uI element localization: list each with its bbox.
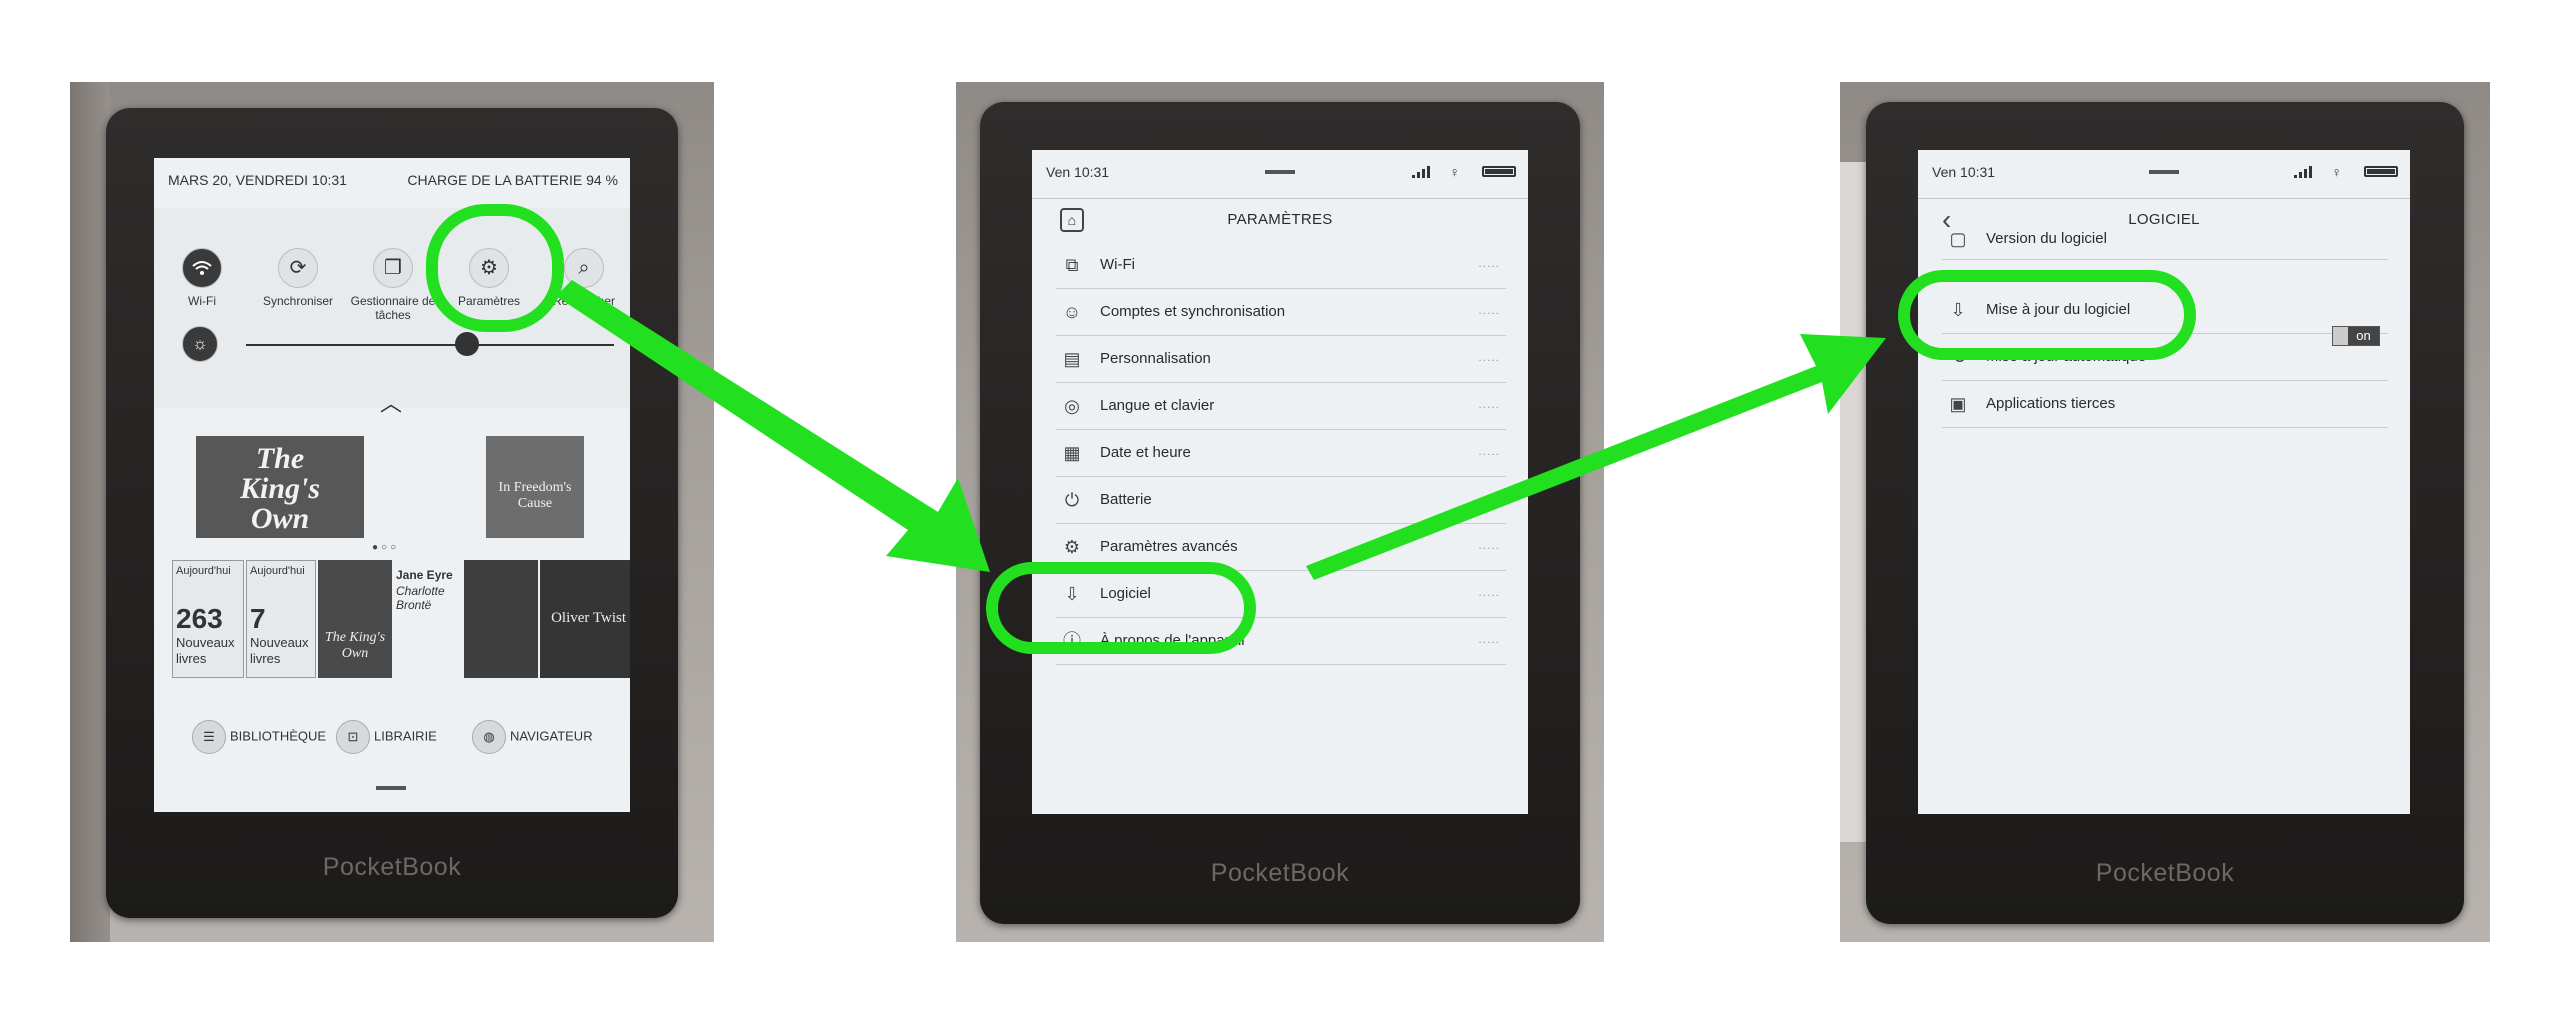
instruction-arrows xyxy=(556,280,1886,580)
arrow-to-settings xyxy=(556,280,990,572)
arrow-to-software xyxy=(1306,334,1886,580)
